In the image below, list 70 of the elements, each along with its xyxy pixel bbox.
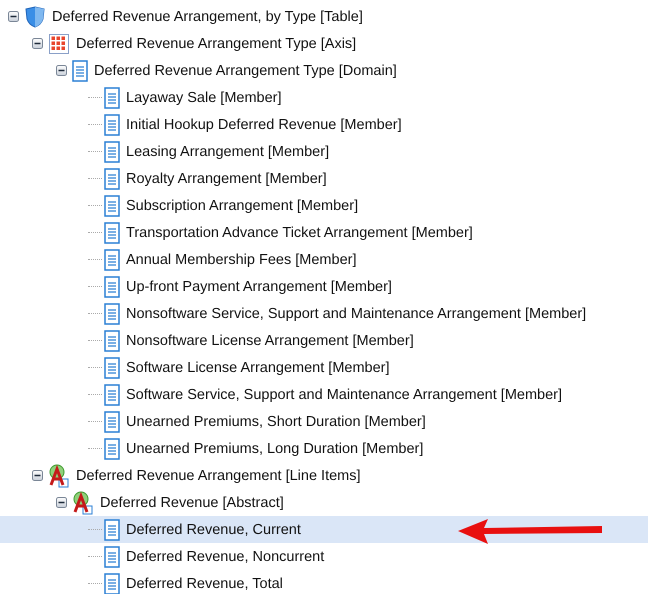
document-icon <box>104 410 120 432</box>
document-icon <box>104 276 120 298</box>
node-label: Initial Hookup Deferred Revenue [Member] <box>126 116 402 132</box>
tree-row[interactable]: Unearned Premiums, Short Duration [Member] <box>0 408 648 435</box>
tree-row[interactable]: Up-front Payment Arrangement [Member] <box>0 273 648 300</box>
node-label: Deferred Revenue, Noncurrent <box>126 548 324 564</box>
tree-row[interactable]: Deferred Revenue Arrangement [Line Items] <box>0 462 648 489</box>
document-icon <box>72 60 88 82</box>
tree-row[interactable]: Nonsoftware License Arrangement [Member] <box>0 327 648 354</box>
collapse-toggle[interactable] <box>8 11 19 22</box>
tree-row[interactable]: Transportation Advance Ticket Arrangement [Member] <box>0 219 648 246</box>
document-icon <box>104 168 120 190</box>
tree-row[interactable]: Deferred Revenue, Total <box>0 570 648 594</box>
document-icon <box>104 546 120 568</box>
node-label: Annual Membership Fees [Member] <box>126 252 356 268</box>
node-label: Nonsoftware License Arrangement [Member] <box>126 332 414 348</box>
tree-row[interactable]: Initial Hookup Deferred Revenue [Member] <box>0 111 648 138</box>
tree-row[interactable]: Leasing Arrangement [Member] <box>0 138 648 165</box>
tree-row[interactable]: Software Service, Support and Maintenance Arrangement [Member] <box>0 381 648 408</box>
node-label: Unearned Premiums, Long Duration [Member] <box>126 440 424 456</box>
collapse-toggle[interactable] <box>32 38 43 49</box>
node-label: Deferred Revenue Arrangement Type [Domain] <box>94 62 397 78</box>
node-label: Software Service, Support and Maintenance Arrangement [Member] <box>126 386 562 402</box>
node-label: Deferred Revenue, Total <box>126 576 283 592</box>
node-label: Layaway Sale [Member] <box>126 90 282 106</box>
tree-row[interactable]: Deferred Revenue Arrangement Type [Axis] <box>0 30 648 57</box>
collapse-toggle[interactable] <box>56 65 67 76</box>
shield-icon <box>24 6 46 28</box>
tree-row[interactable]: Unearned Premiums, Long Duration [Member] <box>0 435 648 462</box>
node-label: Deferred Revenue Arrangement, by Type [Table] <box>52 8 363 24</box>
tree-row[interactable]: Layaway Sale [Member] <box>0 84 648 111</box>
tree-row[interactable]: Subscription Arrangement [Member] <box>0 192 648 219</box>
tree-row[interactable]: Deferred Revenue Arrangement, by Type [Table] <box>0 3 648 30</box>
node-label: Transportation Advance Ticket Arrangement [Member] <box>126 224 473 240</box>
tree-row[interactable]: Royalty Arrangement [Member] <box>0 165 648 192</box>
tree-row[interactable]: Deferred Revenue, Current <box>0 516 648 543</box>
document-icon <box>104 518 120 540</box>
node-label: Royalty Arrangement [Member] <box>126 170 327 186</box>
tree-row[interactable]: Annual Membership Fees [Member] <box>0 246 648 273</box>
document-icon <box>104 356 120 378</box>
node-label: Software License Arrangement [Member] <box>126 360 390 376</box>
node-label: Deferred Revenue Arrangement Type [Axis] <box>76 36 356 52</box>
document-icon <box>104 140 120 162</box>
collapse-toggle[interactable] <box>32 470 43 481</box>
document-icon <box>104 194 120 216</box>
node-label: Leasing Arrangement [Member] <box>126 144 330 160</box>
document-icon <box>104 222 120 244</box>
document-icon <box>104 384 120 406</box>
tree-row[interactable]: Software License Arrangement [Member] <box>0 354 648 381</box>
document-icon <box>104 330 120 352</box>
node-label: Deferred Revenue, Current <box>126 522 301 538</box>
tree-row[interactable]: Deferred Revenue, Noncurrent <box>0 543 648 570</box>
tree-row[interactable]: Nonsoftware Service, Support and Maintenance Arrangement [Member] <box>0 300 648 327</box>
document-icon <box>104 114 120 136</box>
abstract-icon <box>48 464 70 488</box>
document-icon <box>104 438 120 460</box>
collapse-toggle[interactable] <box>56 497 67 508</box>
node-label: Up-front Payment Arrangement [Member] <box>126 278 392 294</box>
node-label: Deferred Revenue Arrangement [Line Items] <box>76 468 361 484</box>
abstract-icon <box>72 490 94 514</box>
tree-row[interactable]: Deferred Revenue Arrangement Type [Domain] <box>0 57 648 84</box>
node-label: Deferred Revenue [Abstract] <box>100 494 284 510</box>
grid-icon <box>48 32 70 54</box>
node-label: Nonsoftware Service, Support and Maintenance Arrangement [Member] <box>126 306 586 322</box>
document-icon <box>104 86 120 108</box>
node-label: Unearned Premiums, Short Duration [Member] <box>126 414 426 430</box>
node-label: Subscription Arrangement [Member] <box>126 198 358 214</box>
document-icon <box>104 248 120 270</box>
document-icon <box>104 302 120 324</box>
tree-row[interactable]: Deferred Revenue [Abstract] <box>0 489 648 516</box>
